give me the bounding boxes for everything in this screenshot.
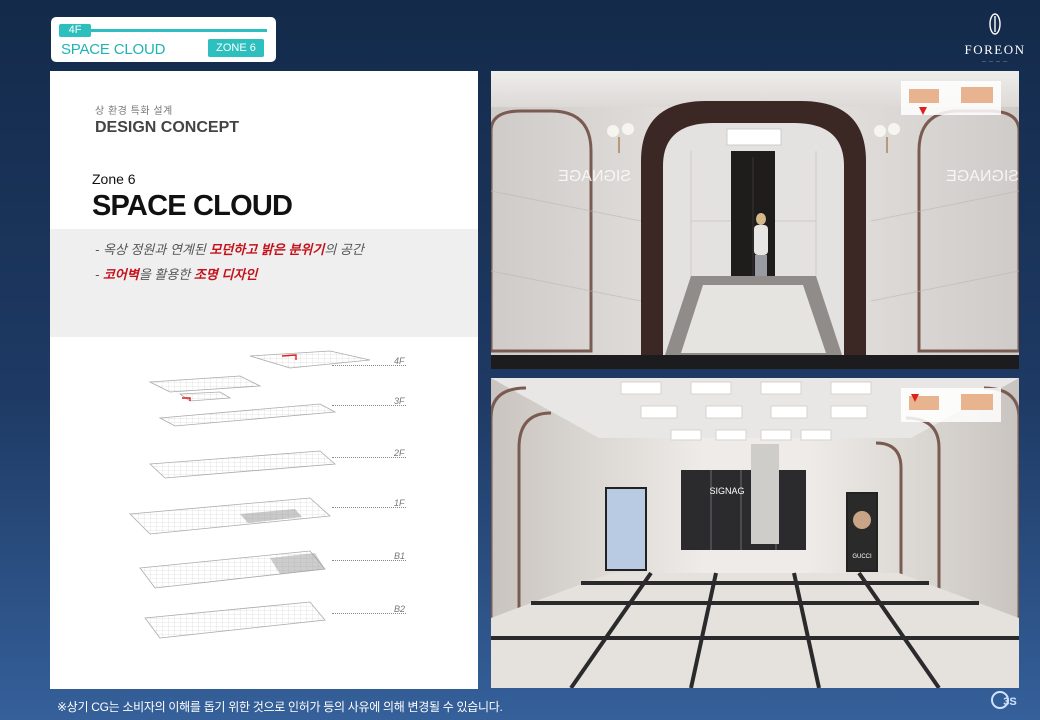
floor-plate-b2: [144, 601, 326, 639]
floor-label-b1: B1: [394, 551, 406, 561]
floor-label-b2: B2: [394, 604, 406, 614]
floor-label-3f: 3F: [394, 396, 405, 406]
company-logo-icon: 3S: [991, 691, 1017, 709]
floor-plate-b1: [139, 550, 326, 589]
svg-text:3S: 3S: [1003, 696, 1016, 708]
floor-label-2f: 2F: [394, 448, 405, 458]
concept-panel: 상 환경 특화 설계 DESIGN CONCEPT Zone 6 SPACE C…: [50, 71, 478, 689]
signage-mirrored-left: SIGNAGE: [558, 168, 631, 185]
brand-subline: — — — —: [981, 58, 1009, 63]
floor-plate-2f: [149, 450, 336, 479]
rendering-elevator-hall: SIGNAGE SIGNAGE: [491, 71, 1019, 369]
floor-badge: 4F: [59, 24, 91, 37]
description-bullet-2: - 코어벽을 활용한 조명 디자인: [95, 267, 258, 282]
exploded-floor-plan: [129, 350, 371, 639]
zone-badge: ZONE 6: [208, 39, 264, 57]
zone-title: SPACE CLOUD: [92, 190, 293, 222]
brand-emblem-icon: [989, 13, 1001, 35]
disclaimer-footnote: ※상기 CG는 소비자의 이해를 돕기 위한 것으로 인허가 등의 사유에 의해…: [57, 700, 503, 714]
signage-mirrored-right: SIGNAGE: [946, 168, 1019, 185]
rendering-corridor: GUCCI SIGNAG: [491, 378, 1019, 688]
header-title: SPACE CLOUD: [61, 41, 166, 58]
zone-label: Zone 6: [92, 171, 136, 187]
brand-logo: FOREON — — — —: [960, 12, 1030, 63]
signage-storefront: SIGNAG: [709, 486, 744, 496]
floor-plate-3f: [158, 391, 337, 427]
floor-label-4f: 4F: [394, 356, 405, 366]
brand-name: FOREON: [964, 42, 1026, 57]
key-plan-mini: [901, 81, 1001, 115]
zone-header-tag: 4F SPACE CLOUD ZONE 6: [51, 17, 276, 62]
header-rule: [91, 29, 267, 32]
description-bullet-1: - 옥상 정원과 연계된 모던하고 밝은 분위기의 공간: [95, 242, 364, 257]
floor-plate-4f: [148, 350, 371, 393]
key-plan-mini: [901, 388, 1001, 422]
floor-label-1f: 1F: [394, 498, 405, 508]
concept-heading: DESIGN CONCEPT: [95, 119, 240, 136]
concept-kicker: 상 환경 특화 설계: [95, 106, 173, 117]
floor-plate-1f: [129, 497, 331, 535]
poster-brand: GUCCI: [852, 554, 872, 560]
